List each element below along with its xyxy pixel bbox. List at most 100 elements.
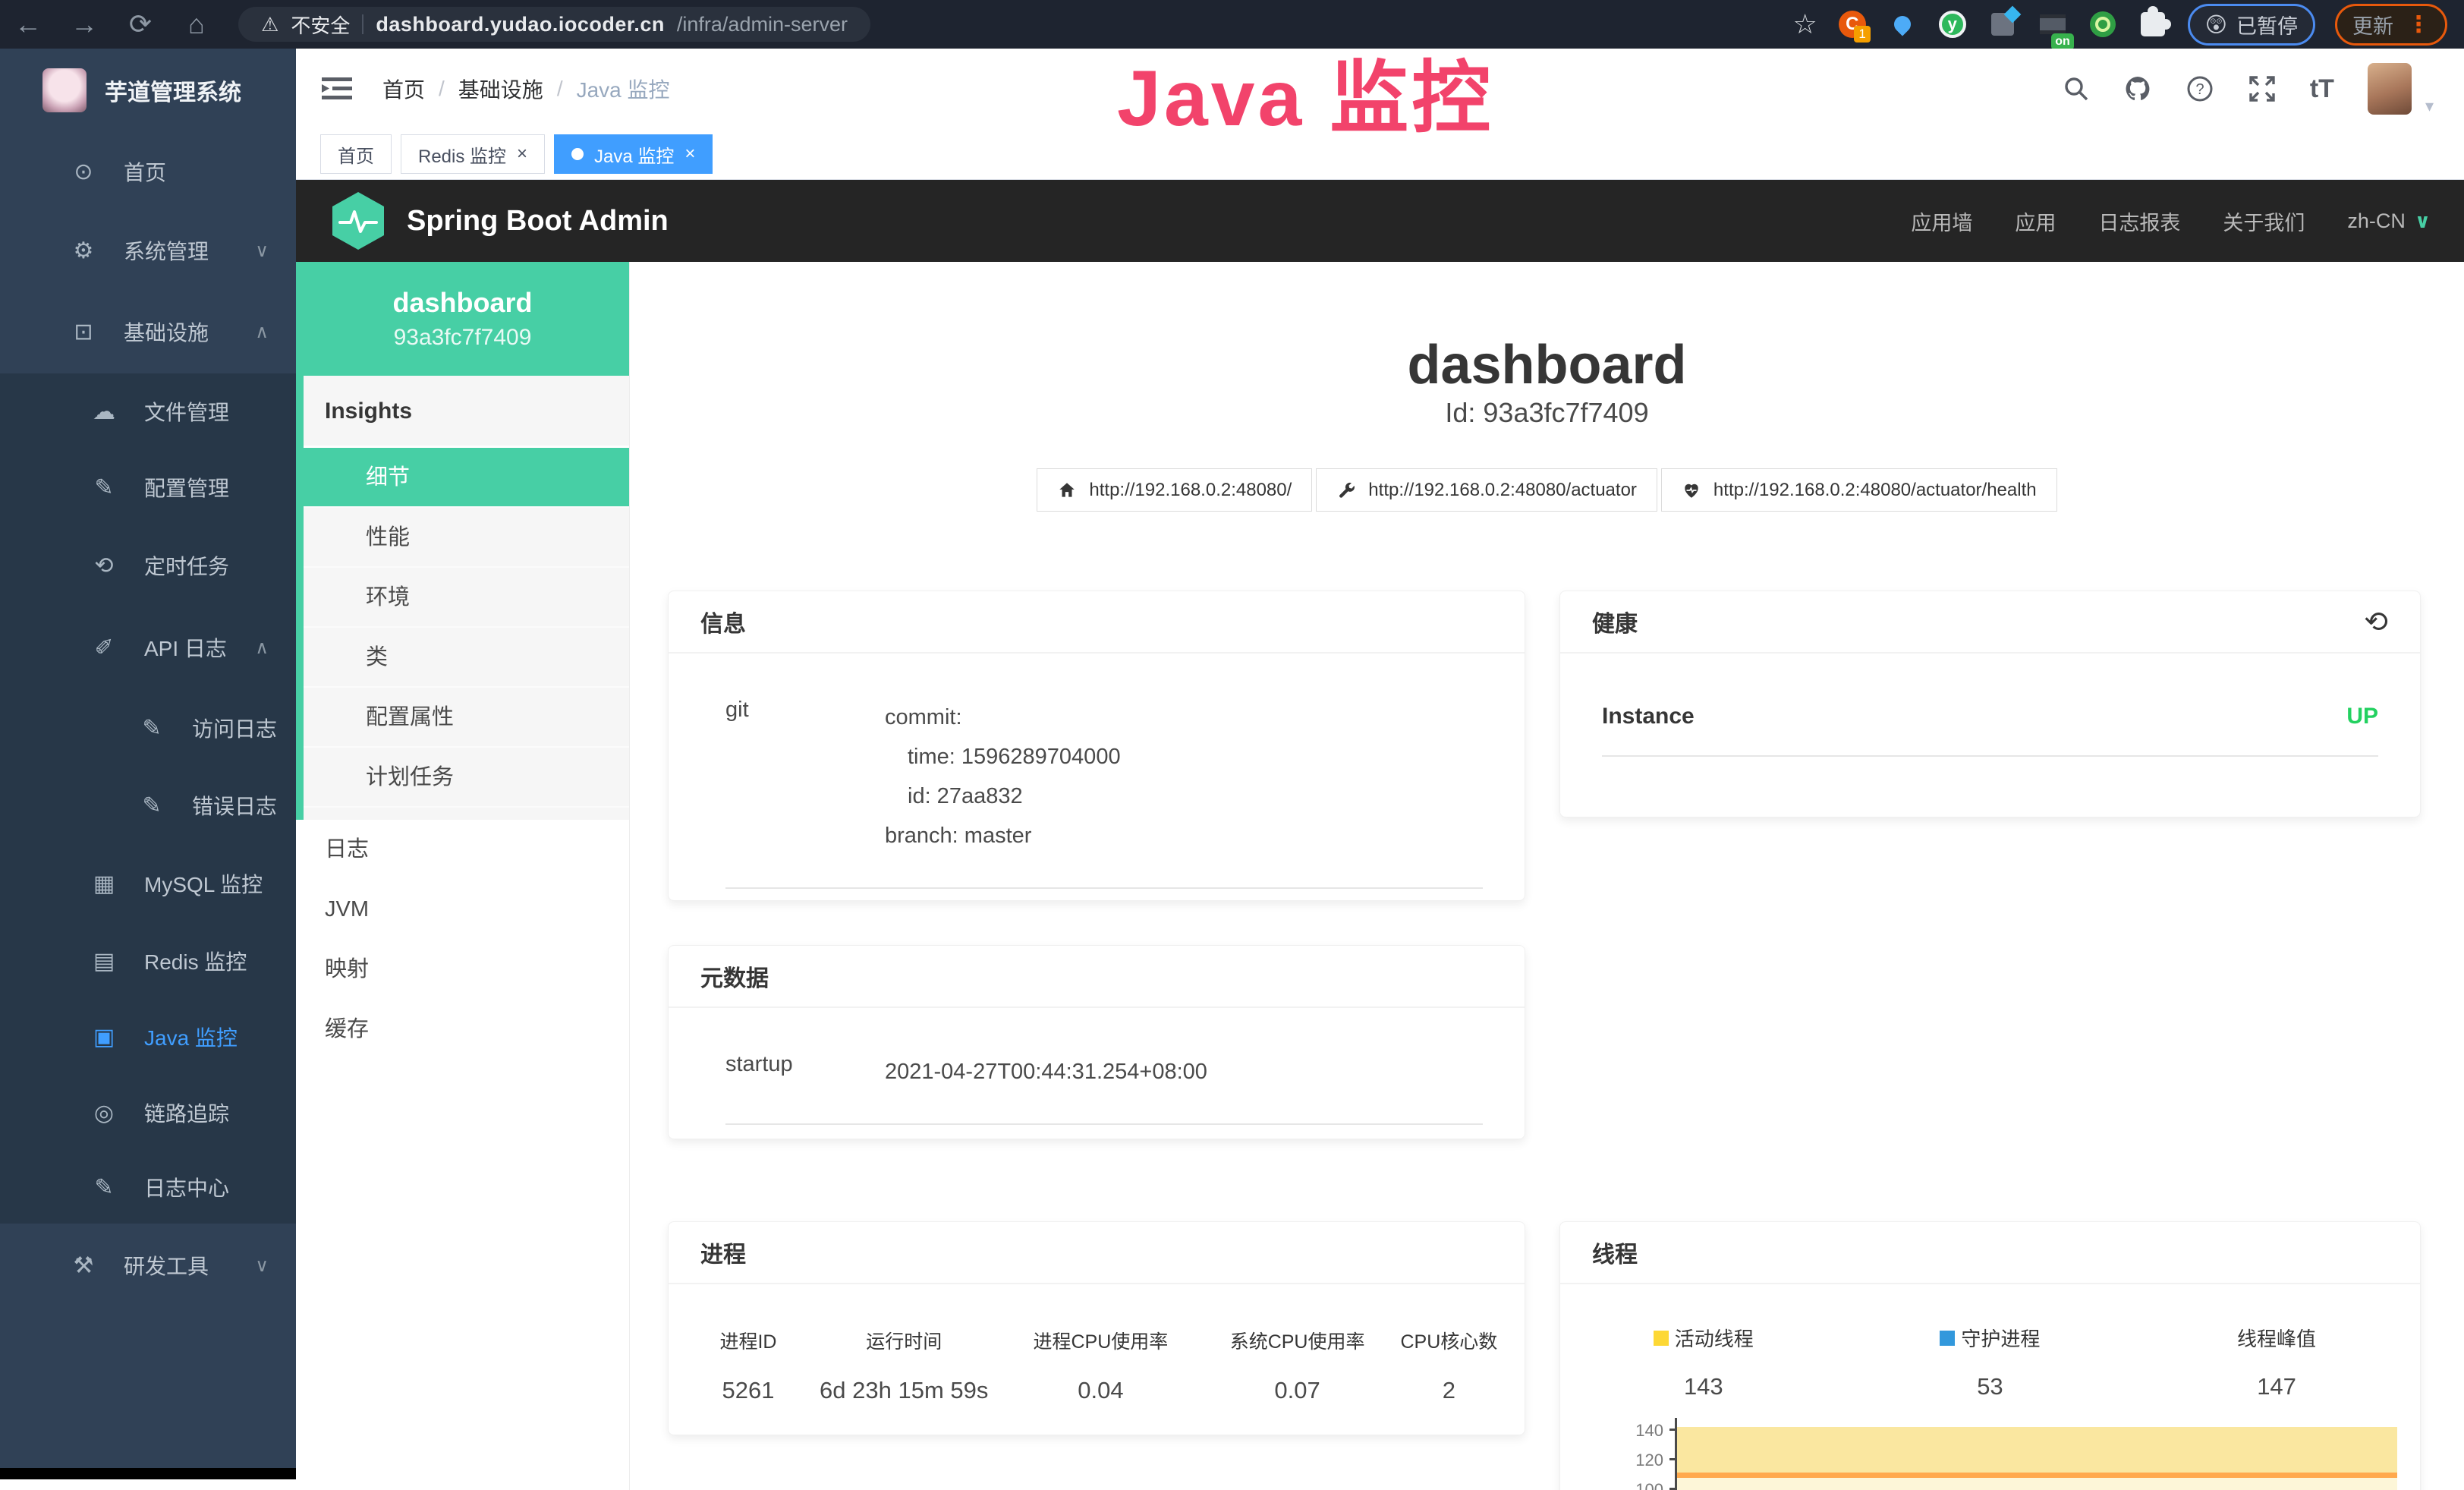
locale-select[interactable]: zh-CN ∨ [2347,209,2431,233]
endpoint-links: http://192.168.0.2:48080/ http://192.168… [630,468,2464,512]
active-tab-dot [571,148,584,160]
wrench-icon [1336,480,1356,500]
pid-value: 5261 [687,1377,810,1404]
sidebar-item-config-mgmt[interactable]: ✎ 配置管理 [0,449,296,525]
sba-item-details[interactable]: 细节 [304,448,629,508]
close-icon[interactable]: × [517,143,527,165]
sidebar-item-mysql-monitor[interactable]: ▦ MySQL 监控 [0,844,296,923]
sidebar-item-redis-monitor[interactable]: ▤ Redis 监控 [0,923,296,999]
health-card-title: 健康 [1592,605,1638,638]
search-icon[interactable] [2063,75,2090,102]
sba-item-scheduled-tasks[interactable]: 计划任务 [304,748,629,808]
health-url-link[interactable]: http://192.168.0.2:48080/actuator/health [1661,468,2057,512]
startup-key: startup [725,1052,885,1092]
sba-nav-wallboard[interactable]: 应用墙 [1911,206,1972,236]
extension-puzzle-icon[interactable] [2138,9,2168,39]
sidebar-item-scheduled-jobs[interactable]: ⟲ 定时任务 [0,525,296,606]
breadcrumb-current: Java 监控 [577,74,670,104]
sba-item-classes[interactable]: 类 [304,628,629,688]
sidebar-item-infra[interactable]: ⊡ 基础设施 ∧ [0,290,296,373]
url-host: dashboard.yudao.iocoder.cn [376,13,665,36]
sba-nav-applications[interactable]: 应用 [2015,206,2056,236]
threads-card-title: 线程 [1560,1222,2420,1284]
log-icon: ✎ [133,792,171,819]
sba-nav-about[interactable]: 关于我们 [2223,206,2305,236]
sidebar-item-log-center[interactable]: ✎ 日志中心 [0,1151,296,1224]
col-process-cpu: 进程CPU使用率 [998,1327,1203,1354]
sba-insights-section: Insights 细节 性能 环境 类 配置属性 计划任务 [296,376,629,820]
breadcrumb-infra[interactable]: 基础设施 [458,74,543,104]
browser-menu-icon[interactable]: ⋮ [2407,11,2430,38]
tab-java-monitor[interactable]: Java 监控 × [554,134,713,174]
sba-item-mappings[interactable]: 映射 [296,940,629,1000]
info-card: 信息 git commit: time: 1596289704000 id: 2… [668,591,1525,901]
sba-instance-header[interactable]: dashboard 93a3fc7f7409 [296,262,629,376]
sba-item-caches[interactable]: 缓存 [296,1000,629,1060]
git-value: commit: time: 1596289704000 id: 27aa832 … [885,698,1121,855]
instance-label: Instance [1602,704,1695,729]
update-button[interactable]: 更新 ⋮ [2335,4,2447,46]
security-label[interactable]: 不安全 [291,11,350,39]
extension-list-on-icon[interactable]: on [2038,9,2068,39]
browser-back-icon[interactable]: ← [0,8,56,40]
sba-item-environment[interactable]: 环境 [304,568,629,628]
sba-item-logs[interactable]: 日志 [296,820,629,880]
sba-item-config-props[interactable]: 配置属性 [304,688,629,748]
threads-legend: 活动线程 143 守护进程 53 线程峰值 147 [1560,1324,2420,1400]
sidebar-item-system[interactable]: ⚙ 系统管理 ∨ [0,211,296,290]
browser-extensions-area: ☆ C 1 y on 😲 已暂停 更新 ⋮ [1793,4,2464,46]
sba-item-jvm[interactable]: JVM [296,880,629,940]
tab-home[interactable]: 首页 [320,134,392,174]
eye-icon: ◎ [85,1100,123,1126]
bookmark-star-icon[interactable]: ☆ [1793,8,1817,40]
close-icon[interactable]: × [684,143,695,165]
text-size-icon[interactable]: tT [2310,74,2334,104]
status-badge: UP [2346,704,2378,729]
help-icon[interactable]: ? [2186,74,2214,103]
service-url-link[interactable]: http://192.168.0.2:48080/ [1037,468,1312,512]
browser-forward-icon[interactable]: → [56,8,112,40]
sidebar-item-home[interactable]: ⊙ 首页 [0,132,296,211]
github-icon[interactable] [2123,74,2152,103]
extension-magnifier-icon[interactable] [2088,9,2118,39]
history-icon[interactable]: ⟲ [2364,605,2388,639]
security-warning-icon: ⚠ [261,13,278,36]
fullscreen-icon[interactable] [2248,74,2277,103]
extension-grid-icon[interactable] [1987,9,2018,39]
sidebar-item-file-mgmt[interactable]: ☁ 文件管理 [0,373,296,449]
address-divider [362,14,363,34]
sba-brand[interactable]: Spring Boot Admin [329,191,669,251]
sba-item-metrics[interactable]: 性能 [304,508,629,568]
legend-peak-threads: 线程峰值 [2133,1324,2420,1352]
extension-y-icon[interactable]: y [1937,9,1968,39]
sidebar-item-api-log[interactable]: ✐ API 日志 ∧ [0,606,296,689]
address-bar[interactable]: ⚠ 不安全 dashboard.yudao.iocoder.cn /infra/… [238,7,870,42]
layers-icon: ▤ [85,948,123,975]
sidebar-item-access-log[interactable]: ✎ 访问日志 [0,689,296,767]
paused-emoji-icon: 😲 [2205,12,2227,37]
tab-redis-monitor[interactable]: Redis 监控 × [401,134,545,174]
sidebar-item-error-log[interactable]: ✎ 错误日志 [0,767,296,844]
instance-health-row[interactable]: Instance UP [1602,704,2378,757]
log-icon: ✎ [133,715,171,742]
browser-reload-icon[interactable]: ⟳ [112,8,168,40]
avatar-caret-icon[interactable]: ▾ [2425,96,2434,116]
hamburger-icon[interactable] [322,76,352,102]
sidebar-item-tracing[interactable]: ◎ 链路追踪 [0,1075,296,1151]
app-title: 芋道管理系统 [105,74,241,107]
sidebar-item-dev-tools[interactable]: ⚒ 研发工具 ∨ [0,1224,296,1307]
extension-colorzilla-icon[interactable]: C 1 [1837,9,1868,39]
actuator-url-link[interactable]: http://192.168.0.2:48080/actuator [1316,468,1657,512]
instance-id-line: Id: 93a3fc7f7409 [630,397,2464,429]
info-card-title: 信息 [669,591,1525,654]
metadata-card: 元数据 startup 2021-04-27T00:44:31.254+08:0… [668,945,1525,1139]
browser-home-icon[interactable]: ⌂ [168,8,225,40]
paused-chip[interactable]: 😲 已暂停 [2188,4,2315,46]
monitor-icon: ⊡ [65,319,102,345]
extension-pin-icon[interactable] [1887,9,1918,39]
sidebar-item-java-monitor[interactable]: ▣ Java 监控 [0,999,296,1075]
breadcrumb-home[interactable]: 首页 [382,74,425,104]
avatar[interactable] [2368,63,2412,115]
sba-nav-journal[interactable]: 日志报表 [2098,206,2180,236]
legend-daemon-threads: 守护进程 [1847,1324,2134,1352]
